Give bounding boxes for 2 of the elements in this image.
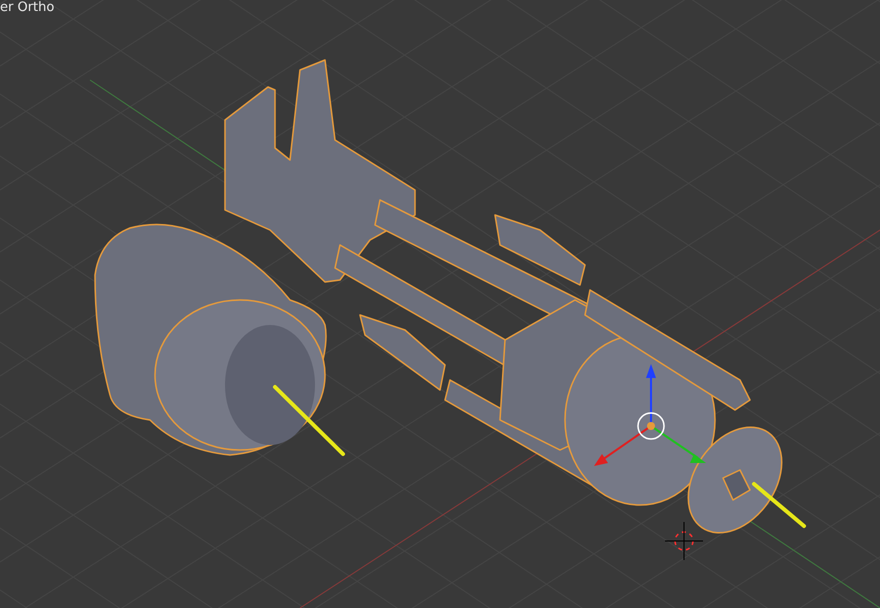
- view-label: er Ortho: [0, 0, 54, 16]
- 3d-cursor-icon: [664, 520, 704, 562]
